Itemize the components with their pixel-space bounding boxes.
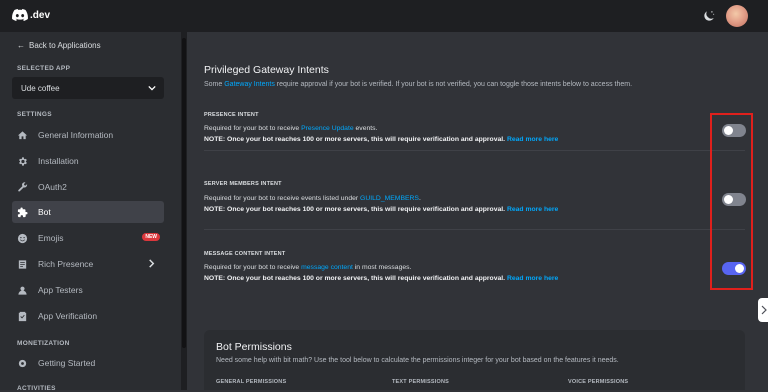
voice-permissions-header: VOICE PERMISSIONS [568, 379, 629, 385]
gateway-intents-link[interactable]: Gateway Intents [224, 81, 275, 88]
gear-icon [16, 357, 28, 369]
top-bar: .dev [0, 0, 768, 32]
grip-icon [761, 305, 767, 315]
sidebar-item-label: App Testers [38, 285, 83, 295]
sidebar-item-label: General Information [38, 130, 114, 140]
gear-icon [16, 155, 28, 167]
presence-intent-note: NOTE: Once your bot reaches 100 or more … [204, 136, 558, 143]
settings-label: SETTINGS [17, 111, 52, 118]
bot-permissions-desc: Need some help with bit math? Use the to… [216, 357, 619, 364]
sidebar-item-label: Installation [38, 156, 79, 166]
page-title: Privileged Gateway Intents [204, 64, 329, 76]
document-icon [16, 258, 28, 270]
desc-text: Required for your bot to receive events … [204, 195, 361, 202]
arrow-left-icon: ← [17, 41, 25, 50]
puzzle-icon [16, 206, 28, 218]
wrench-icon [16, 181, 28, 193]
activities-label: ACTIVITIES [17, 385, 56, 392]
divider [204, 229, 745, 230]
note-text: NOTE: Once your bot reaches 100 or more … [204, 206, 506, 213]
selected-app-label: SELECTED APP [17, 65, 71, 72]
sidebar-item-bot[interactable]: Bot [12, 201, 164, 223]
server-members-intent-desc: Required for your bot to receive events … [204, 195, 421, 202]
logo-text: .dev [30, 9, 51, 21]
sidebar-item-label: OAuth2 [38, 182, 67, 192]
discord-icon [12, 9, 28, 21]
read-more-link[interactable]: Read more here [507, 206, 558, 213]
presence-update-link[interactable]: Presence Update [301, 125, 354, 132]
desc-text: Required for your bot to receive [204, 264, 302, 271]
desc-text: require approval if your bot is verified… [274, 81, 633, 88]
sidebar-item-rich-presence[interactable]: Rich Presence [12, 253, 164, 275]
desc-text: . [418, 195, 421, 202]
app-selector-value: Ude coffee [21, 83, 60, 93]
message-content-intent-desc: Required for your bot to receive message… [204, 264, 411, 271]
sidebar-item-getting-started[interactable]: Getting Started [12, 352, 164, 374]
discord-dev-logo[interactable]: .dev [12, 9, 50, 21]
intents-description: Some Gateway Intents require approval if… [204, 81, 632, 88]
desc-text: in most messages. [352, 264, 412, 271]
toggle-highlight-box [710, 113, 753, 290]
back-label: Back to Applications [29, 41, 101, 50]
chevron-right-icon [149, 259, 155, 268]
sidebar-scroll-thumb[interactable] [182, 38, 186, 348]
sidebar-item-general-information[interactable]: General Information [12, 124, 164, 146]
monetization-label: MONETIZATION [17, 340, 70, 347]
message-content-intent-note: NOTE: Once your bot reaches 100 or more … [204, 275, 558, 282]
server-members-intent-title: SERVER MEMBERS INTENT [204, 181, 282, 187]
divider [204, 150, 745, 151]
user-avatar[interactable] [726, 5, 748, 27]
sidebar-item-label: Emojis [38, 233, 64, 243]
sidebar-item-installation[interactable]: Installation [12, 150, 164, 172]
presence-intent-title: PRESENCE INTENT [204, 112, 259, 118]
new-badge: NEW [142, 233, 160, 241]
read-more-link[interactable]: Read more here [507, 136, 558, 143]
side-widget-tab[interactable] [758, 298, 768, 322]
back-to-applications-link[interactable]: ← Back to Applications [17, 41, 101, 50]
sidebar-item-app-testers[interactable]: App Testers [12, 279, 164, 301]
read-more-link[interactable]: Read more here [507, 275, 558, 282]
checklist-icon [16, 310, 28, 322]
general-permissions-header: GENERAL PERMISSIONS [216, 379, 287, 385]
message-content-link[interactable]: message content [301, 264, 353, 271]
sidebar-item-label: Getting Started [38, 358, 96, 368]
desc-text: events. [353, 125, 378, 132]
sidebar-item-label: App Verification [38, 311, 98, 321]
presence-intent-desc: Required for your bot to receive Presenc… [204, 125, 377, 132]
moon-icon[interactable] [702, 9, 716, 23]
desc-text: Some [204, 81, 225, 88]
sidebar-item-emojis[interactable]: Emojis NEW [12, 227, 164, 249]
note-text: NOTE: Once your bot reaches 100 or more … [204, 136, 506, 143]
sidebar-item-app-verification[interactable]: App Verification [12, 305, 164, 327]
app-selector[interactable]: Ude coffee [12, 77, 164, 99]
server-members-intent-note: NOTE: Once your bot reaches 100 or more … [204, 206, 558, 213]
message-content-intent-title: MESSAGE CONTENT INTENT [204, 251, 286, 257]
home-icon [16, 129, 28, 141]
sidebar-item-label: Bot [38, 207, 51, 217]
bot-permissions-title: Bot Permissions [216, 341, 292, 353]
text-permissions-header: TEXT PERMISSIONS [392, 379, 449, 385]
chevron-down-icon [148, 85, 156, 91]
sidebar-item-oauth2[interactable]: OAuth2 [12, 176, 164, 198]
note-text: NOTE: Once your bot reaches 100 or more … [204, 275, 506, 282]
user-icon [16, 284, 28, 296]
sidebar-item-label: Rich Presence [38, 259, 94, 269]
desc-text: Required for your bot to receive [204, 125, 302, 132]
emoji-icon [16, 232, 28, 244]
guild-members-link[interactable]: GUILD_MEMBERS [360, 195, 419, 202]
